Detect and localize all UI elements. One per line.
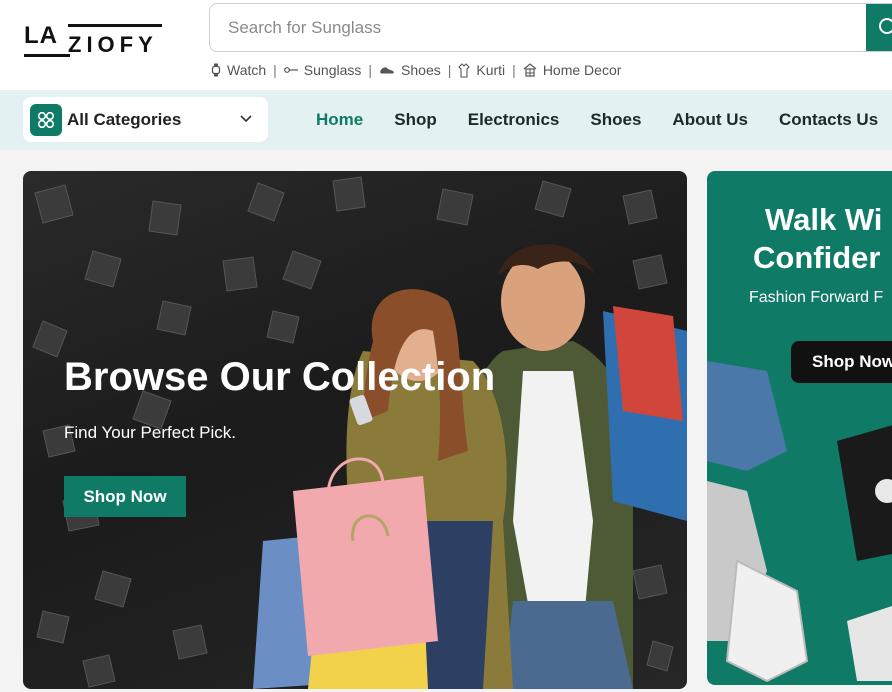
quick-link-label: Home Decor <box>542 62 622 78</box>
nav-item-contacts-us[interactable]: Contacts Us <box>779 110 878 130</box>
quick-link-sunglass[interactable]: Sunglass <box>283 62 362 78</box>
kurti-icon <box>458 62 471 78</box>
page: LA ZIOFY Watch | Sunglass | Sh <box>0 0 892 692</box>
hero-subtitle: Find Your Perfect Pick. <box>64 423 236 442</box>
sunglass-icon <box>283 67 298 73</box>
search-input[interactable] <box>210 4 865 51</box>
nav-item-electronics[interactable]: Electronics <box>468 110 560 130</box>
nav-menu: Home Shop Electronics Shoes About Us Con… <box>316 110 892 130</box>
quick-link-label: Sunglass <box>303 62 362 78</box>
hero-title: Browse Our Collection <box>64 355 496 399</box>
watch-icon <box>211 63 221 77</box>
categories-icon <box>30 104 62 136</box>
logo-overline <box>68 24 162 27</box>
separator: | <box>368 62 373 78</box>
logo-text-top: LA <box>24 22 58 49</box>
separator: | <box>447 62 452 78</box>
separator: | <box>273 62 277 78</box>
search-button[interactable] <box>866 4 892 51</box>
logo-text-bottom: ZIOFY <box>68 32 158 57</box>
secondary-hero-title-line2: Confider <box>753 240 881 275</box>
separator: | <box>512 62 516 78</box>
hero-shop-now-button[interactable]: Shop Now <box>64 476 186 517</box>
quick-link-label: Watch <box>227 62 267 78</box>
all-categories-dropdown[interactable]: All Categories <box>23 97 268 142</box>
main-nav: All Categories Home Shop Electronics Sho… <box>0 90 892 150</box>
hero-banner[interactable]: Browse Our Collection Find Your Perfect … <box>23 171 687 689</box>
quick-link-watch[interactable]: Watch <box>211 62 266 78</box>
shoe-icon <box>380 67 394 74</box>
secondary-hero-subtitle: Fashion Forward F <box>749 289 884 306</box>
quick-link-label: Kurti <box>476 62 506 78</box>
header: LA ZIOFY Watch | Sunglass | Sh <box>0 0 892 90</box>
categories-label: All Categories <box>67 110 182 129</box>
nav-item-shop[interactable]: Shop <box>394 110 437 130</box>
secondary-hero-title-line1: Walk Wi <box>765 202 883 237</box>
shopping-couple-image <box>253 244 687 689</box>
quick-link-shoes[interactable]: Shoes <box>379 62 441 78</box>
brand-logo[interactable]: LA ZIOFY <box>24 20 164 60</box>
logo-underline <box>24 54 70 57</box>
home-decor-icon <box>523 63 537 77</box>
search-icon <box>879 18 892 34</box>
nav-item-shoes[interactable]: Shoes <box>590 110 641 130</box>
secondary-hero-title: Walk Wi Confider <box>753 201 883 277</box>
quick-link-label: Shoes <box>401 62 441 78</box>
nav-item-about-us[interactable]: About Us <box>672 110 748 130</box>
chevron-down-icon <box>240 115 252 123</box>
nav-item-home[interactable]: Home <box>316 110 363 130</box>
search-bar <box>209 3 892 52</box>
quick-links: Watch | Sunglass | Shoes | Kurti | Home … <box>211 61 621 79</box>
quick-link-home-decor[interactable]: Home Decor <box>523 62 622 78</box>
sneaker-image <box>707 361 892 683</box>
secondary-hero-banner[interactable]: Walk Wi Confider Fashion Forward F Shop … <box>707 171 892 685</box>
quick-link-kurti[interactable]: Kurti <box>458 62 505 78</box>
